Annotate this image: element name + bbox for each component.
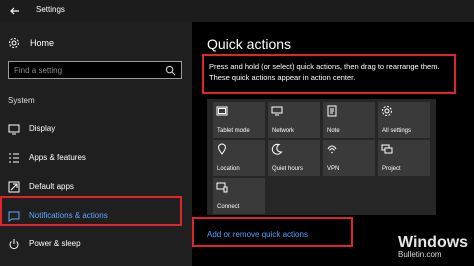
connect-icon — [216, 182, 228, 193]
add-remove-quick-actions-link[interactable]: Add or remove quick actions — [207, 230, 308, 239]
location-icon — [217, 143, 227, 155]
project-icon — [381, 144, 393, 154]
watermark-line1: Windows — [398, 234, 469, 251]
watermark-logo: Windows Bulletin.com — [398, 235, 468, 259]
sidebar-item-apps-features[interactable]: Apps & features — [0, 149, 192, 167]
sidebar-item-label: Apps & features — [29, 153, 86, 162]
watermark-line2: Bulletin.com — [398, 250, 442, 259]
tile-label: Tablet mode — [217, 128, 250, 134]
search-icon[interactable] — [165, 65, 176, 76]
note-icon — [327, 105, 337, 117]
sidebar-item-home[interactable]: Home — [8, 36, 54, 50]
sidebar-item-label: Default apps — [29, 182, 74, 191]
quick-actions-grid: Tablet mode Network Note All settings Lo… — [207, 99, 436, 215]
quick-action-location[interactable]: Location — [213, 140, 265, 176]
sidebar-item-label: Display — [29, 124, 56, 133]
quick-action-connect[interactable]: Connect — [213, 178, 265, 214]
section-header-system: System — [8, 96, 35, 105]
tile-label: All settings — [382, 128, 412, 134]
sidebar-item-display[interactable]: Display — [0, 120, 192, 138]
tablet-icon — [216, 106, 228, 116]
back-arrow-icon[interactable] — [8, 4, 22, 18]
default-apps-icon — [8, 181, 20, 193]
home-label: Home — [30, 38, 55, 48]
highlight-box-description: Press and hold (or select) quick actions… — [202, 54, 456, 94]
page-title: Quick actions — [207, 36, 292, 52]
tile-label: Note — [327, 128, 340, 134]
quick-action-project[interactable]: Project — [378, 140, 430, 176]
tile-label: Quiet hours — [272, 166, 304, 172]
description-text: Press and hold (or select) quick actions… — [209, 62, 440, 82]
quick-action-all-settings[interactable]: All settings — [378, 102, 430, 138]
list-icon — [9, 153, 19, 163]
tile-label: Project — [382, 166, 401, 172]
gear-icon — [382, 106, 392, 116]
tile-label: Connect — [217, 204, 240, 210]
title-bar: Settings — [0, 0, 474, 22]
sidebar-item-power-sleep[interactable]: Power & sleep — [0, 235, 192, 253]
sidebar-item-default-apps[interactable]: Default apps — [0, 178, 192, 196]
highlight-box-notifications — [0, 196, 182, 226]
search-placeholder: Find a setting — [14, 66, 63, 75]
tile-label: Location — [217, 166, 240, 172]
window-title: Settings — [36, 5, 65, 14]
sidebar: Home Find a setting System Display Apps … — [0, 22, 192, 266]
network-icon — [271, 106, 283, 116]
quick-action-quiet-hours[interactable]: Quiet hours — [268, 140, 320, 176]
monitor-icon — [8, 124, 20, 135]
moon-icon — [271, 143, 283, 155]
gear-icon — [9, 38, 19, 48]
tile-label: VPN — [327, 166, 340, 172]
quick-action-tablet-mode[interactable]: Tablet mode — [213, 102, 265, 138]
sidebar-item-label: Power & sleep — [29, 239, 81, 248]
quick-action-vpn[interactable]: VPN — [323, 140, 375, 176]
vpn-icon — [327, 145, 337, 154]
quick-action-note[interactable]: Note — [323, 102, 375, 138]
power-icon — [9, 239, 19, 250]
tile-label: Network — [272, 128, 295, 134]
main-content: Quick actions Press and hold (or select)… — [192, 22, 474, 266]
search-input[interactable]: Find a setting — [8, 61, 182, 79]
quick-action-network[interactable]: Network — [268, 102, 320, 138]
